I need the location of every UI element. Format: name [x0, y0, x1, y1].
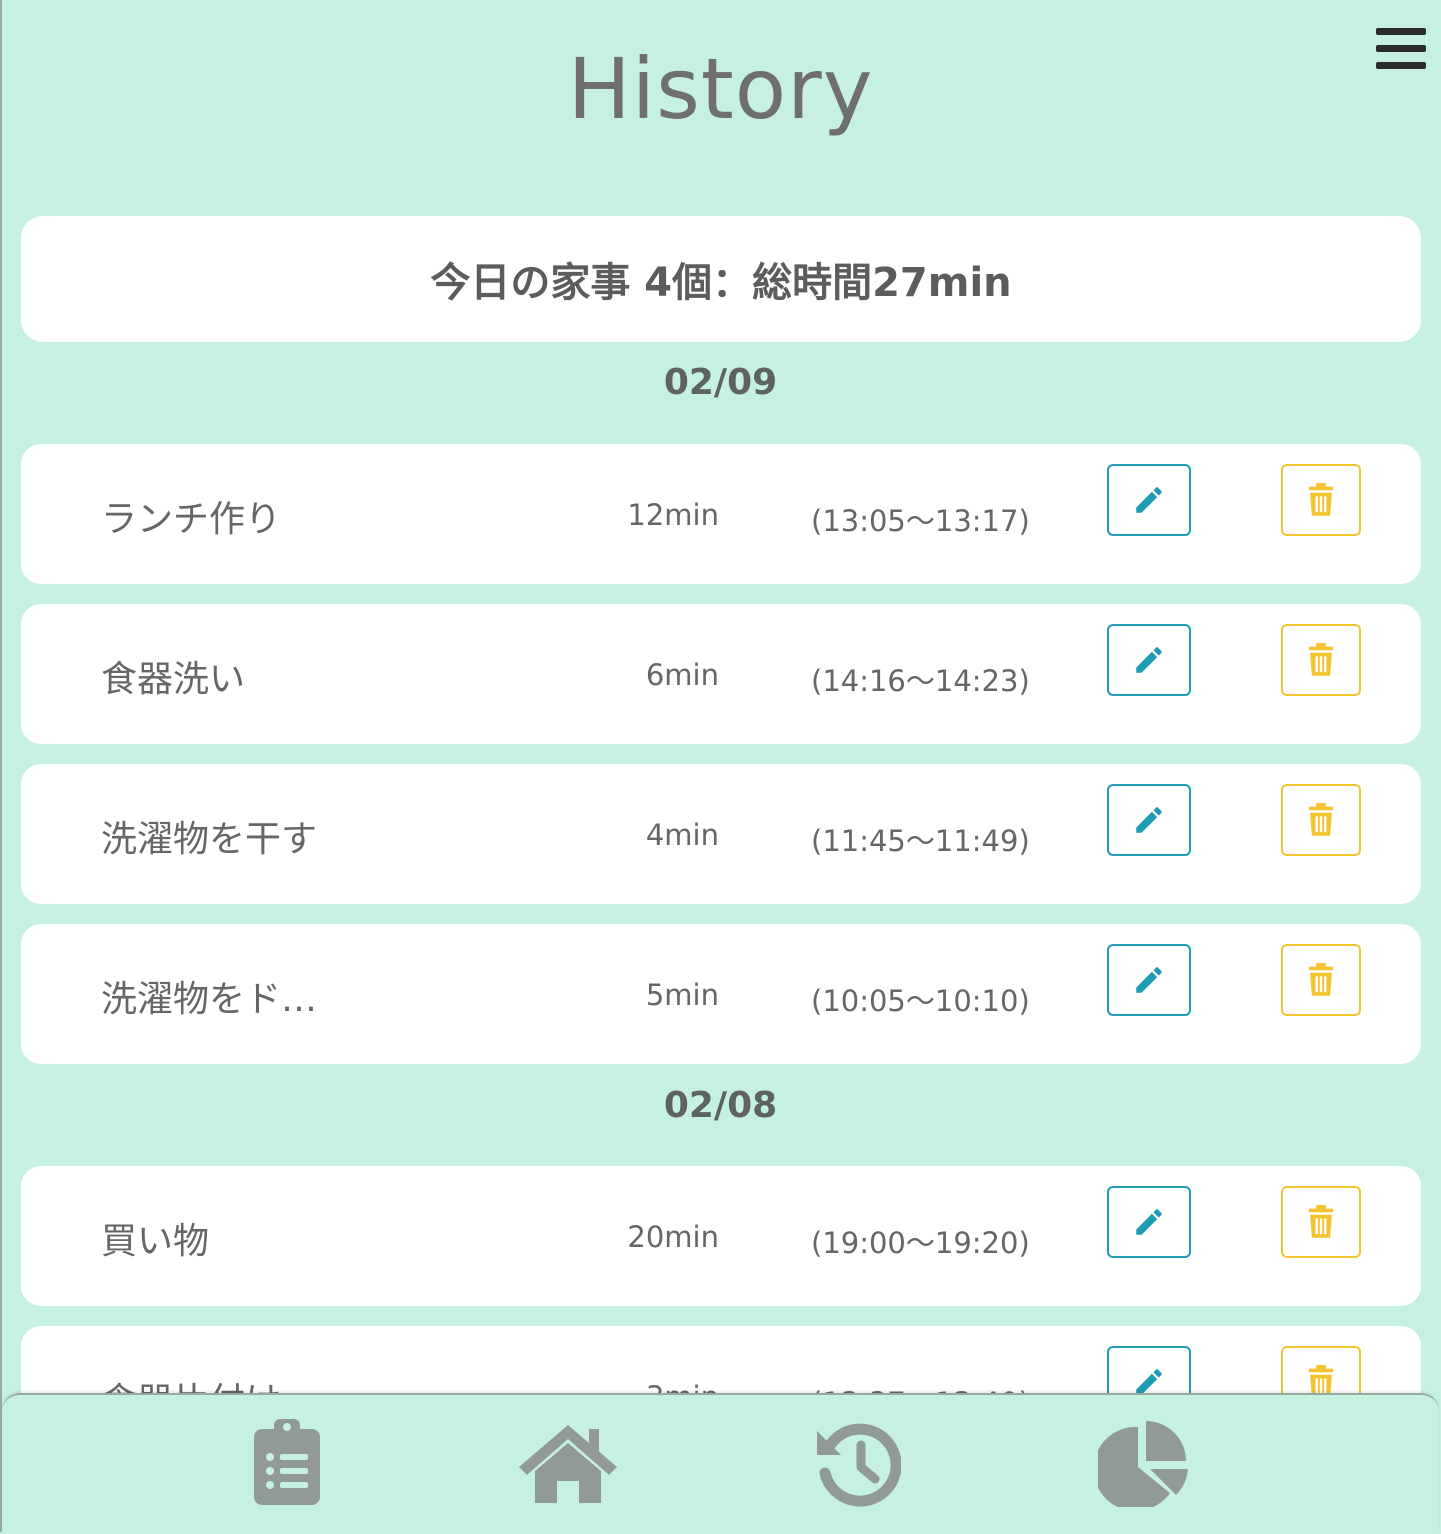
edit-button[interactable] [1107, 784, 1191, 856]
tab-tasks[interactable] [254, 1419, 320, 1509]
history-row[interactable]: 洗濯物をド… 5min (10:05〜10:10) [21, 924, 1421, 1064]
task-duration: 5min [645, 978, 719, 1012]
task-name: 食器洗い [101, 659, 246, 700]
trash-icon [1308, 803, 1334, 836]
task-name: 買い物 [101, 1221, 210, 1262]
edit-button[interactable] [1107, 944, 1191, 1016]
task-duration: 6min [645, 658, 719, 692]
task-time-range: (19:00〜19:20) [811, 1226, 1030, 1260]
task-time-range: (10:05〜10:10) [811, 984, 1030, 1018]
window-edge [0, 0, 2, 1532]
history-icon [817, 1423, 902, 1507]
tab-history[interactable] [815, 1421, 902, 1511]
delete-button[interactable] [1281, 624, 1361, 696]
trash-icon [1308, 483, 1334, 516]
task-time-range: (14:16〜14:23) [811, 664, 1030, 698]
pencil-icon [1136, 487, 1162, 513]
history-row[interactable]: 洗濯物を干す 4min (11:45〜11:49) [21, 764, 1421, 904]
bottom-tab-bar [2, 1393, 1439, 1534]
edit-button[interactable] [1107, 1186, 1191, 1258]
task-duration: 20min [627, 1220, 719, 1254]
today-summary-text: 今日の家事 4個：総時間27min [430, 260, 1012, 306]
pencil-icon [1136, 967, 1162, 993]
hamburger-menu-button[interactable] [1376, 28, 1426, 72]
hamburger-icon [1376, 28, 1426, 35]
today-summary-card: 今日の家事 4個：総時間27min [21, 216, 1421, 342]
task-name: ランチ作り [101, 499, 282, 540]
trash-icon [1308, 1205, 1334, 1238]
pencil-icon [1136, 807, 1162, 833]
date-header: 02/09 [663, 362, 778, 403]
pie-chart-icon [1093, 1421, 1188, 1511]
history-row[interactable]: 食器洗い 6min (14:16〜14:23) [21, 604, 1421, 744]
task-duration: 12min [627, 498, 719, 532]
tab-stats[interactable] [1093, 1421, 1190, 1511]
task-name: 洗濯物をド… [101, 979, 318, 1020]
trash-icon [1308, 963, 1334, 996]
delete-button[interactable] [1281, 464, 1361, 536]
trash-icon [1308, 643, 1334, 676]
delete-button[interactable] [1281, 784, 1361, 856]
page-title: History [567, 40, 874, 138]
task-time-range: (13:05〜13:17) [811, 504, 1030, 538]
history-row[interactable]: ランチ作り 12min (13:05〜13:17) [21, 444, 1421, 584]
delete-button[interactable] [1281, 944, 1361, 1016]
edit-button[interactable] [1107, 464, 1191, 536]
delete-button[interactable] [1281, 1186, 1361, 1258]
history-row[interactable]: 買い物 20min (19:00〜19:20) [21, 1166, 1421, 1306]
clipboard-list-icon [254, 1419, 320, 1505]
home-icon [519, 1425, 617, 1503]
task-duration: 4min [645, 818, 719, 852]
task-name: 洗濯物を干す [101, 819, 318, 860]
pencil-icon [1136, 647, 1162, 673]
pencil-icon [1136, 1209, 1162, 1235]
task-time-range: (11:45〜11:49) [811, 824, 1030, 858]
tab-home[interactable] [519, 1425, 617, 1507]
edit-button[interactable] [1107, 624, 1191, 696]
date-header: 02/08 [663, 1085, 778, 1126]
